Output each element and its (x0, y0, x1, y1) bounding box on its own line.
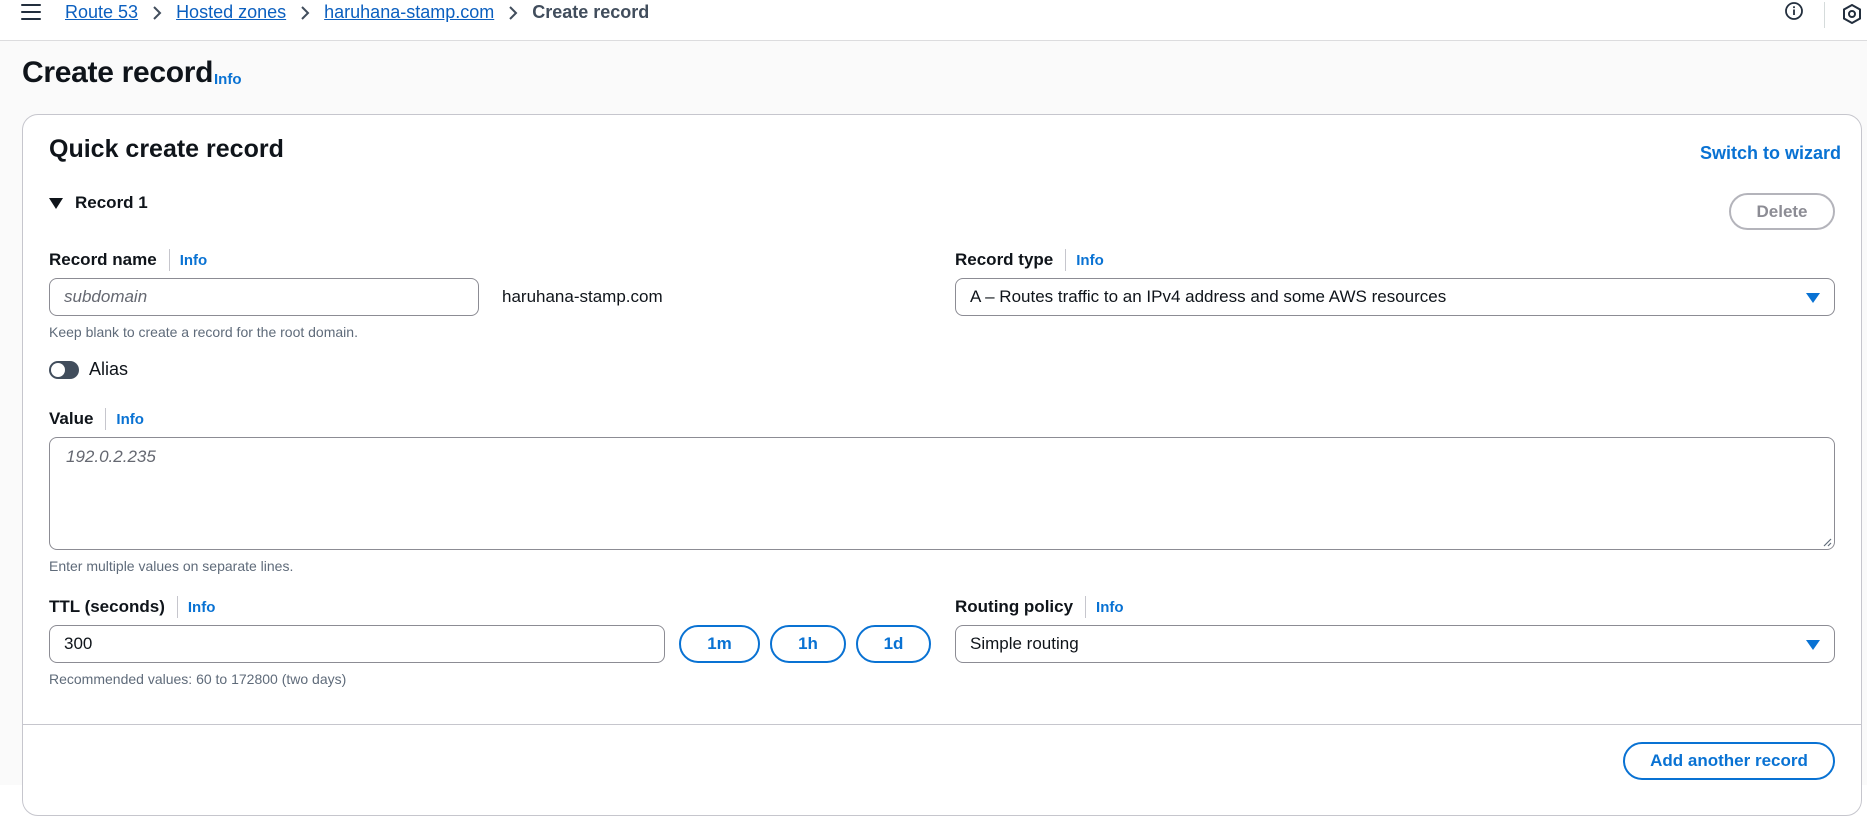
switch-to-wizard-link[interactable]: Switch to wizard (1700, 143, 1841, 164)
alias-toggle[interactable] (49, 361, 79, 379)
breadcrumb-current: Create record (532, 2, 650, 22)
record-name-help: Keep blank to create a record for the ro… (49, 324, 358, 340)
ttl-preset-1h-button[interactable]: 1h (770, 625, 846, 663)
record-name-placeholder: subdomain (64, 287, 148, 306)
toolbar-divider (1824, 2, 1825, 28)
chevron-right-icon (508, 5, 518, 21)
caret-down-icon (49, 197, 63, 209)
label-divider (168, 249, 170, 271)
page-info-link[interactable]: Info (214, 71, 242, 88)
value-label-text: Value (49, 409, 94, 428)
chevron-right-icon (152, 5, 162, 21)
ttl-label: TTL (seconds) Info (49, 596, 215, 618)
section-divider (23, 724, 1861, 725)
record-section-toggle[interactable]: Record 1 (49, 193, 148, 213)
caret-down-icon (1806, 640, 1820, 650)
ttl-info-link[interactable]: Info (188, 599, 216, 616)
top-navigation-bar: Route 53 Hosted zones haruhana-stamp.com… (0, 0, 1867, 41)
routing-policy-select[interactable]: Simple routing (955, 625, 1835, 663)
record-type-label-text: Record type (955, 250, 1054, 269)
ttl-input[interactable]: 300 (49, 625, 665, 663)
ttl-preset-1m-button[interactable]: 1m (679, 625, 760, 663)
routing-policy-label: Routing policy Info (955, 596, 1124, 618)
record-name-label: Record name Info (49, 249, 207, 271)
record-type-selected: A – Routes traffic to an IPv4 address an… (970, 287, 1447, 306)
label-divider (105, 408, 107, 430)
alias-label: Alias (89, 359, 129, 379)
value-label: Value Info (49, 408, 144, 430)
breadcrumb-route53[interactable]: Route 53 (65, 2, 138, 23)
toggle-knob (51, 363, 65, 377)
record-name-input[interactable]: subdomain (49, 278, 479, 316)
label-divider (176, 596, 178, 618)
quick-create-card: Quick create record Switch to wizard Rec… (22, 114, 1862, 816)
ttl-value: 300 (64, 634, 93, 653)
value-info-link[interactable]: Info (116, 411, 144, 428)
breadcrumb-hosted-zone[interactable]: haruhana-stamp.com (324, 2, 494, 23)
value-textarea[interactable]: 192.0.2.235 (49, 437, 1835, 550)
chevron-right-icon (300, 5, 310, 21)
label-divider (1065, 249, 1067, 271)
record-type-info-link[interactable]: Info (1076, 252, 1104, 269)
ttl-label-text: TTL (seconds) (49, 597, 165, 616)
routing-policy-selected: Simple routing (970, 634, 1079, 653)
breadcrumb: Route 53 Hosted zones haruhana-stamp.com… (65, 2, 649, 23)
value-help: Enter multiple values on separate lines. (49, 558, 294, 574)
menu-icon[interactable] (21, 4, 41, 20)
routing-policy-info-link[interactable]: Info (1096, 599, 1124, 616)
add-another-record-button[interactable]: Add another record (1623, 742, 1835, 780)
caret-down-icon (1806, 293, 1820, 303)
delete-button[interactable]: Delete (1729, 193, 1835, 230)
ttl-help: Recommended values: 60 to 172800 (two da… (49, 671, 347, 687)
record-name-suffix: haruhana-stamp.com (502, 287, 663, 306)
value-placeholder: 192.0.2.235 (66, 447, 156, 466)
resize-grip-icon[interactable] (1822, 537, 1832, 547)
info-icon[interactable] (1785, 2, 1803, 20)
ttl-preset-1d-button[interactable]: 1d (856, 625, 931, 663)
routing-policy-label-text: Routing policy (955, 597, 1074, 616)
record-name-info-link[interactable]: Info (180, 252, 208, 269)
settings-icon[interactable] (1842, 3, 1862, 25)
record-name-label-text: Record name (49, 250, 157, 269)
label-divider (1085, 596, 1087, 618)
record-section-label: Record 1 (75, 193, 148, 212)
page-title: Create record (22, 56, 214, 89)
card-title: Quick create record (49, 135, 284, 163)
record-type-label: Record type Info (955, 249, 1104, 271)
record-type-select[interactable]: A – Routes traffic to an IPv4 address an… (955, 278, 1835, 316)
breadcrumb-hosted-zones[interactable]: Hosted zones (176, 2, 286, 23)
